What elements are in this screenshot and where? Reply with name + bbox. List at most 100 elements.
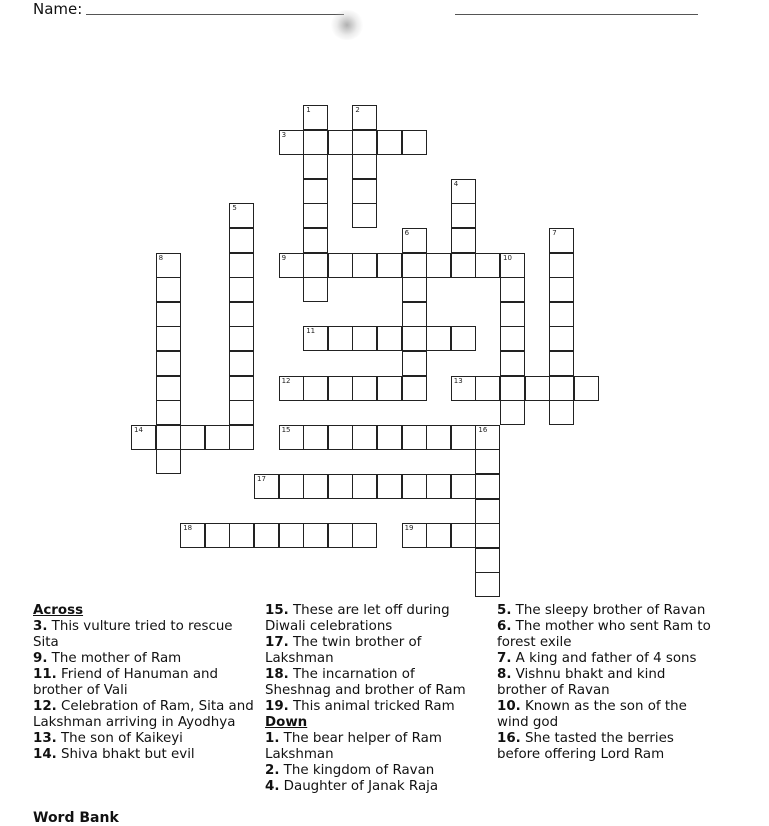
grid-cell[interactable] xyxy=(303,228,329,253)
grid-cell[interactable] xyxy=(475,449,501,475)
grid-cell[interactable] xyxy=(352,474,378,499)
grid-cell[interactable] xyxy=(475,523,501,549)
grid-cell[interactable] xyxy=(155,351,181,376)
grid-cell[interactable]: 5 xyxy=(229,203,255,229)
grid-cell[interactable] xyxy=(155,326,181,352)
grid-cell[interactable] xyxy=(352,178,378,204)
grid-cell[interactable] xyxy=(352,424,378,450)
grid-cell[interactable] xyxy=(278,474,304,499)
grid-cell[interactable] xyxy=(204,424,230,450)
grid-cell[interactable] xyxy=(327,326,353,352)
grid-cell[interactable] xyxy=(549,400,575,426)
grid-cell[interactable] xyxy=(450,252,476,278)
grid-cell[interactable] xyxy=(549,351,575,376)
grid-cell[interactable] xyxy=(352,154,378,180)
grid-cell[interactable] xyxy=(303,252,329,278)
grid-cell[interactable] xyxy=(573,375,599,401)
grid-cell[interactable]: 6 xyxy=(401,228,427,253)
grid-cell[interactable] xyxy=(450,523,476,549)
grid-cell[interactable] xyxy=(426,474,452,499)
grid-cell[interactable] xyxy=(377,375,402,401)
grid-cell[interactable] xyxy=(500,351,525,376)
grid-cell[interactable] xyxy=(303,129,329,155)
grid-cell[interactable] xyxy=(229,301,255,327)
grid-cell[interactable] xyxy=(426,326,452,352)
grid-cell[interactable] xyxy=(155,424,181,450)
grid-cell[interactable] xyxy=(401,326,427,352)
grid-cell[interactable] xyxy=(475,474,501,499)
grid-cell[interactable] xyxy=(549,277,575,303)
grid-cell[interactable]: 15 xyxy=(278,424,304,450)
grid-cell[interactable] xyxy=(204,523,230,549)
grid-cell[interactable] xyxy=(155,277,181,303)
grid-cell[interactable]: 13 xyxy=(450,375,476,401)
grid-cell[interactable] xyxy=(524,375,550,401)
grid-cell[interactable] xyxy=(155,301,181,327)
grid-cell[interactable] xyxy=(450,424,476,450)
grid-cell[interactable]: 3 xyxy=(278,129,304,155)
grid-cell[interactable] xyxy=(450,326,476,352)
grid-cell[interactable]: 19 xyxy=(401,523,427,549)
grid-cell[interactable] xyxy=(327,129,353,155)
grid-cell[interactable] xyxy=(278,523,304,549)
grid-cell[interactable] xyxy=(450,228,476,253)
grid-cell[interactable] xyxy=(549,301,575,327)
grid-cell[interactable] xyxy=(303,154,329,180)
grid-cell[interactable] xyxy=(401,301,427,327)
grid-cell[interactable] xyxy=(401,474,427,499)
grid-cell[interactable]: 11 xyxy=(303,326,329,352)
grid-cell[interactable]: 17 xyxy=(254,474,279,499)
grid-cell[interactable] xyxy=(229,277,255,303)
grid-cell[interactable] xyxy=(401,252,427,278)
grid-cell[interactable] xyxy=(549,252,575,278)
grid-cell[interactable] xyxy=(254,523,279,549)
grid-cell[interactable] xyxy=(229,424,255,450)
grid-cell[interactable] xyxy=(303,375,329,401)
grid-cell[interactable] xyxy=(155,400,181,426)
grid-cell[interactable] xyxy=(303,203,329,229)
grid-cell[interactable] xyxy=(475,252,501,278)
grid-cell[interactable] xyxy=(450,474,476,499)
grid-cell[interactable]: 10 xyxy=(500,252,525,278)
grid-cell[interactable] xyxy=(401,424,427,450)
grid-cell[interactable] xyxy=(426,424,452,450)
grid-cell[interactable] xyxy=(352,375,378,401)
grid-cell[interactable] xyxy=(303,178,329,204)
grid-cell[interactable] xyxy=(229,228,255,253)
grid-cell[interactable] xyxy=(229,523,255,549)
grid-cell[interactable] xyxy=(377,252,402,278)
grid-cell[interactable] xyxy=(500,326,525,352)
grid-cell[interactable] xyxy=(377,129,402,155)
grid-cell[interactable] xyxy=(352,523,378,549)
grid-cell[interactable] xyxy=(401,351,427,376)
grid-cell[interactable] xyxy=(549,326,575,352)
grid-cell[interactable] xyxy=(475,547,501,573)
grid-cell[interactable] xyxy=(229,326,255,352)
grid-cell[interactable]: 4 xyxy=(450,178,476,204)
grid-cell[interactable] xyxy=(352,326,378,352)
grid-cell[interactable]: 9 xyxy=(278,252,304,278)
grid-cell[interactable] xyxy=(401,277,427,303)
grid-cell[interactable] xyxy=(327,375,353,401)
grid-cell[interactable] xyxy=(377,424,402,450)
grid-cell[interactable] xyxy=(377,474,402,499)
grid-cell[interactable] xyxy=(303,424,329,450)
grid-cell[interactable] xyxy=(377,326,402,352)
grid-cell[interactable] xyxy=(475,375,501,401)
grid-cell[interactable] xyxy=(475,572,501,598)
grid-cell[interactable] xyxy=(352,203,378,229)
grid-cell[interactable]: 7 xyxy=(549,228,575,253)
grid-cell[interactable] xyxy=(229,252,255,278)
grid-cell[interactable] xyxy=(500,375,525,401)
grid-cell[interactable] xyxy=(549,375,575,401)
grid-cell[interactable] xyxy=(229,351,255,376)
grid-cell[interactable] xyxy=(327,252,353,278)
grid-cell[interactable] xyxy=(155,449,181,475)
grid-cell[interactable] xyxy=(327,523,353,549)
grid-cell[interactable] xyxy=(500,277,525,303)
grid-cell[interactable]: 16 xyxy=(475,424,501,450)
grid-cell[interactable] xyxy=(229,375,255,401)
grid-cell[interactable] xyxy=(352,129,378,155)
grid-cell[interactable] xyxy=(327,474,353,499)
grid-cell[interactable]: 12 xyxy=(278,375,304,401)
